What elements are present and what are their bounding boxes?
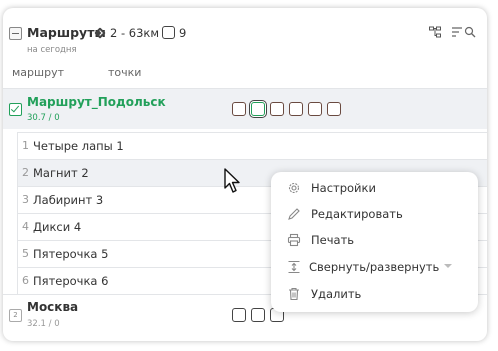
- stop-marker[interactable]: [232, 308, 246, 322]
- menu-item-label: Удалить: [311, 287, 362, 301]
- trash-icon: [289, 287, 299, 301]
- stop-marker[interactable]: [327, 102, 341, 116]
- route-checkbox[interactable]: [9, 103, 22, 116]
- point-name: Магнит 2: [33, 166, 89, 180]
- menu-item-edit[interactable]: Редактировать: [271, 202, 478, 228]
- list-item[interactable]: 1 Четыре лапы 1: [17, 132, 487, 159]
- collapse-all-checkbox[interactable]: [9, 27, 22, 40]
- column-headers: маршрут точки: [3, 66, 487, 86]
- route-stats: 30.7 / 0: [27, 113, 60, 123]
- point-name: Пятерочка 6: [33, 274, 109, 288]
- stop-marker[interactable]: [308, 102, 322, 116]
- expand-collapse-icon: [288, 260, 300, 274]
- menu-item-label: Редактировать: [311, 207, 403, 221]
- stop-marker[interactable]: [270, 102, 284, 116]
- route-name: Москва: [27, 300, 79, 314]
- chevron-down-icon[interactable]: [444, 264, 452, 268]
- stop-marker[interactable]: [251, 308, 265, 322]
- menu-item-collapse-expand[interactable]: Свернуть/развернуть: [271, 255, 478, 281]
- point-number: 2: [22, 166, 29, 179]
- menu-item-label: Свернуть/развернуть: [309, 260, 440, 274]
- filter-search-icon[interactable]: [451, 26, 477, 38]
- stop-marker[interactable]: [251, 102, 265, 116]
- point-number: 5: [22, 247, 29, 260]
- point-number: 4: [22, 220, 29, 233]
- count-icon: [162, 26, 175, 39]
- pencil-icon: [288, 208, 300, 220]
- column-points[interactable]: точки: [108, 66, 141, 79]
- route-number-badge[interactable]: 2: [9, 309, 22, 322]
- point-number: 6: [22, 274, 29, 287]
- mouse-cursor-icon: [224, 168, 240, 193]
- route-row[interactable]: Маршрут_Подольск 30.7 / 0: [3, 88, 487, 129]
- point-number: 3: [22, 193, 29, 206]
- menu-item-settings[interactable]: Настройки: [271, 176, 478, 202]
- column-route[interactable]: маршрут: [12, 66, 64, 79]
- stop-marker[interactable]: [289, 102, 303, 116]
- menu-item-print[interactable]: Печать: [271, 228, 478, 254]
- point-name: Четыре лапы 1: [33, 139, 124, 153]
- context-menu: Настройки Редактировать Печать Свернуть/…: [271, 172, 478, 312]
- menu-item-label: Печать: [311, 233, 355, 247]
- point-name: Дикси 4: [33, 220, 82, 234]
- menu-item-label: Настройки: [311, 181, 376, 195]
- panel-header: Маршруты 2 - 63км 9 на сегодня: [3, 8, 487, 60]
- tree-view-icon[interactable]: [429, 26, 441, 38]
- point-name: Лабиринт 3: [33, 193, 104, 207]
- menu-item-delete[interactable]: Удалить: [271, 282, 478, 308]
- gear-icon: [288, 182, 300, 194]
- point-number: 1: [22, 139, 29, 152]
- printer-icon: [287, 233, 301, 247]
- point-name: Пятерочка 5: [33, 247, 109, 261]
- route-stats: 32.1 / 0: [27, 319, 60, 329]
- page-subtitle: на сегодня: [27, 45, 77, 55]
- route-count: 9: [179, 26, 187, 40]
- route-name: Маршрут_Подольск: [27, 95, 166, 109]
- distance-range: 2 - 63км: [110, 26, 160, 40]
- stop-marker[interactable]: [232, 102, 246, 116]
